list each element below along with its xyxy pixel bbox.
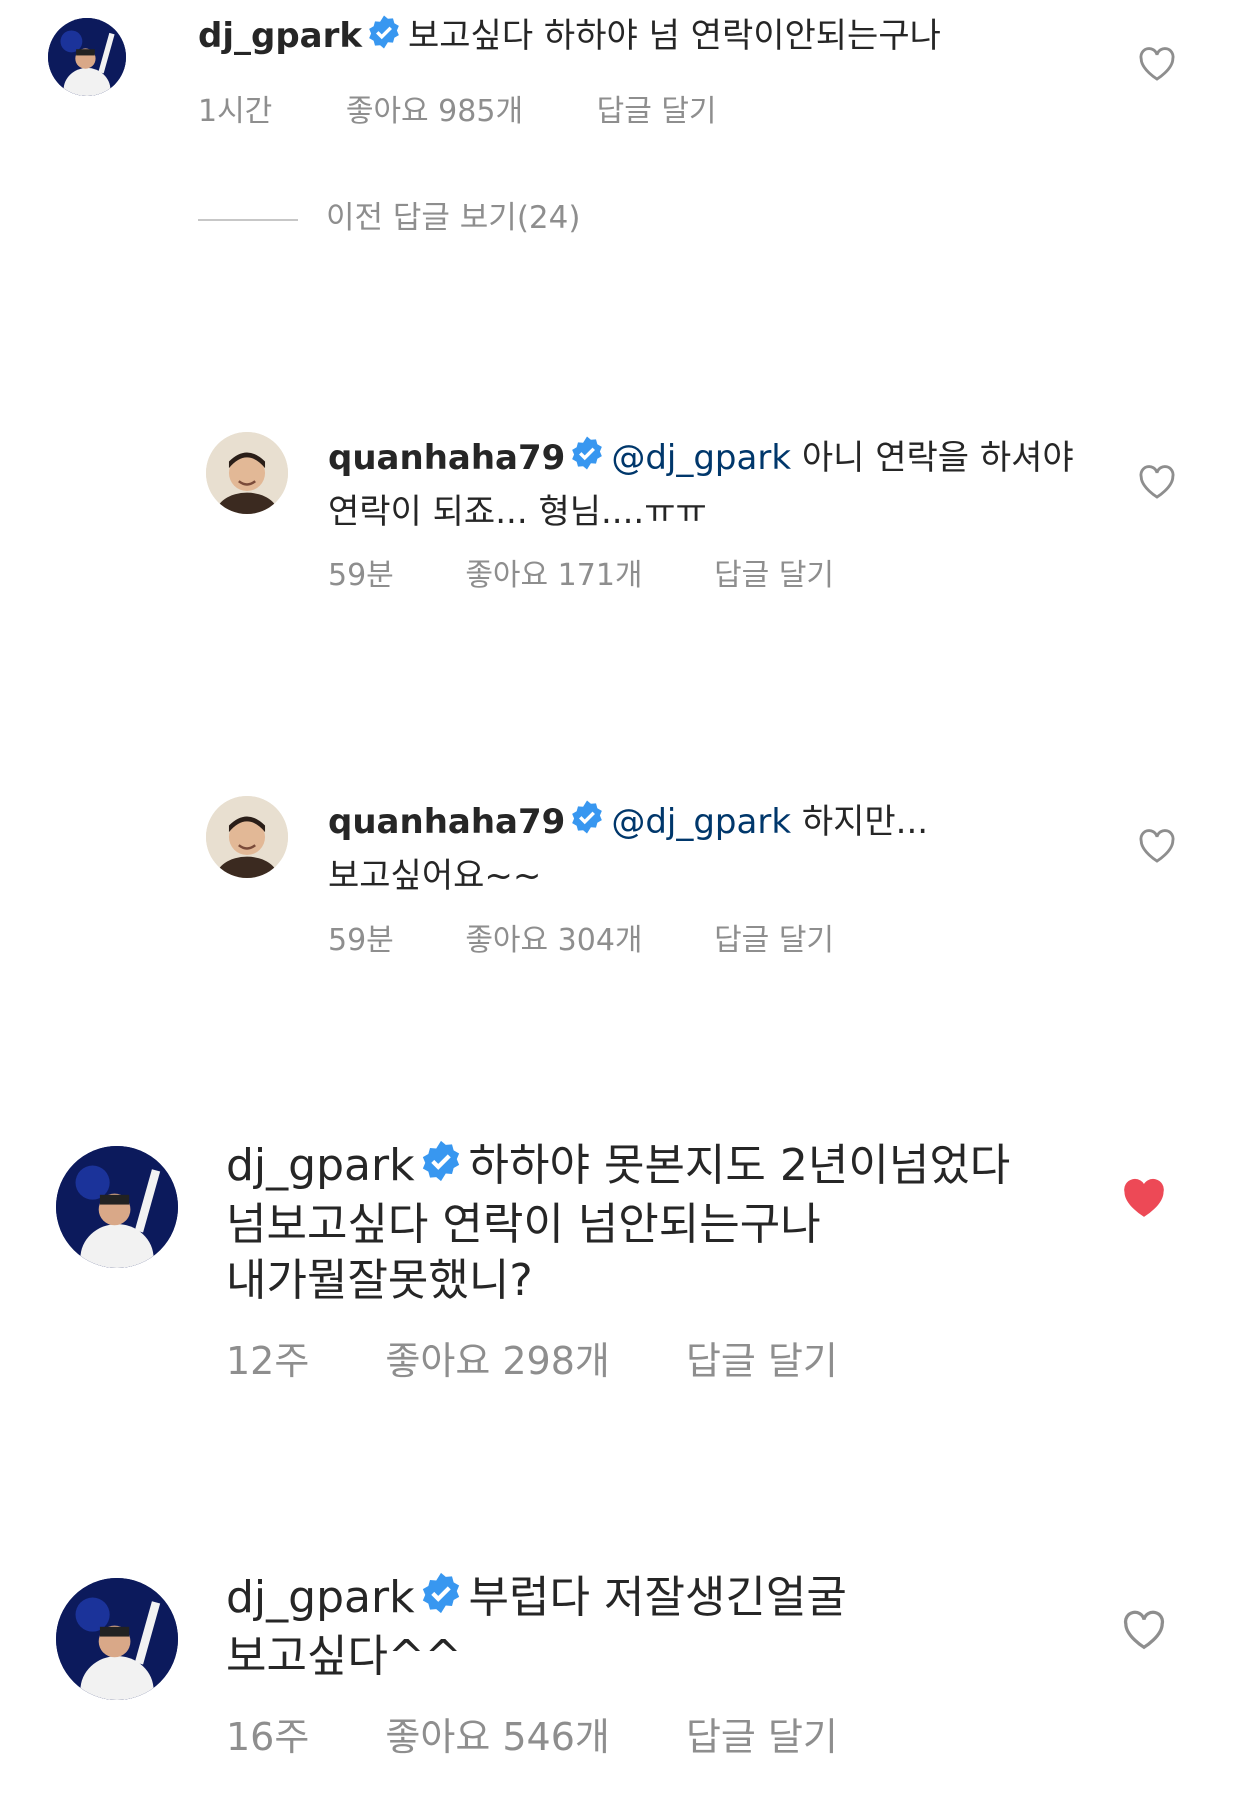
comment-text: 내가뭘잘못했니? (226, 1255, 533, 1306)
mention-link[interactable]: @dj_gpark (611, 438, 791, 478)
avatar-image (206, 432, 288, 514)
verified-badge-icon (569, 434, 605, 486)
verified-badge-icon (366, 14, 402, 61)
comment-username[interactable]: quanhaha79 (328, 438, 565, 478)
reply-button[interactable]: 답글 달기 (686, 1715, 838, 1759)
comment-text: 보고싶다 하하야 넘 연락이안되는구나 (408, 16, 941, 57)
comment-time: 59분 (328, 558, 394, 593)
avatar[interactable] (48, 18, 126, 96)
reply-button[interactable]: 답글 달기 (597, 94, 717, 129)
comment-time: 59분 (328, 923, 394, 958)
comment-text: 넘보고싶다 연락이 넘안되는구나 (226, 1199, 821, 1250)
avatar-image (206, 796, 288, 878)
comment-time: 1시간 (198, 94, 273, 129)
like-count[interactable]: 좋아요 546개 (385, 1715, 609, 1759)
comment-username[interactable]: dj_gpark (226, 1572, 415, 1623)
avatar-image (56, 1146, 178, 1268)
comment-time: 12주 (226, 1339, 310, 1383)
comment-text: 연락이 되죠... 형님....ㅠㅠ (328, 491, 707, 532)
heart-outline-icon[interactable] (1122, 1610, 1166, 1654)
reply-button[interactable]: 답글 달기 (714, 558, 834, 593)
reply-button[interactable]: 답글 달기 (714, 923, 834, 958)
heart-outline-icon[interactable] (1138, 46, 1176, 86)
avatar-image (48, 18, 126, 96)
verified-badge-icon (419, 1571, 463, 1629)
avatar-image (56, 1578, 178, 1700)
comment-username[interactable]: quanhaha79 (328, 802, 565, 842)
reply-button[interactable]: 답글 달기 (686, 1339, 838, 1383)
comment-text: 보고싶다^^ (226, 1631, 462, 1682)
comment-text: 부럽다 저잘생긴얼굴 (468, 1572, 847, 1623)
mention-link[interactable]: @dj_gpark (611, 802, 791, 842)
avatar[interactable] (56, 1578, 178, 1700)
like-count[interactable]: 좋아요 304개 (465, 923, 642, 958)
avatar[interactable] (206, 796, 288, 878)
verified-badge-icon (569, 798, 605, 850)
comment-text: 하하야 못본지도 2년이넘었다 (468, 1140, 1011, 1191)
view-previous-replies[interactable]: 이전 답글 보기(24) (198, 192, 580, 237)
comment-time: 16주 (226, 1715, 310, 1759)
like-count[interactable]: 좋아요 985개 (346, 94, 523, 129)
divider (198, 218, 298, 221)
comment-text: 하지만... (801, 802, 929, 842)
heart-outline-icon[interactable] (1138, 828, 1176, 868)
like-count[interactable]: 좋아요 171개 (465, 558, 642, 593)
comment-username[interactable]: dj_gpark (226, 1140, 415, 1191)
like-count[interactable]: 좋아요 298개 (385, 1339, 609, 1383)
avatar[interactable] (206, 432, 288, 514)
comment-text: 보고싶어요~~ (328, 855, 542, 896)
avatar[interactable] (56, 1146, 178, 1268)
heart-filled-icon[interactable] (1122, 1178, 1166, 1222)
comment-text: 아니 연락을 하셔야 (801, 438, 1074, 478)
verified-badge-icon (419, 1139, 463, 1197)
heart-outline-icon[interactable] (1138, 464, 1176, 504)
comment-username[interactable]: dj_gpark (198, 16, 362, 56)
